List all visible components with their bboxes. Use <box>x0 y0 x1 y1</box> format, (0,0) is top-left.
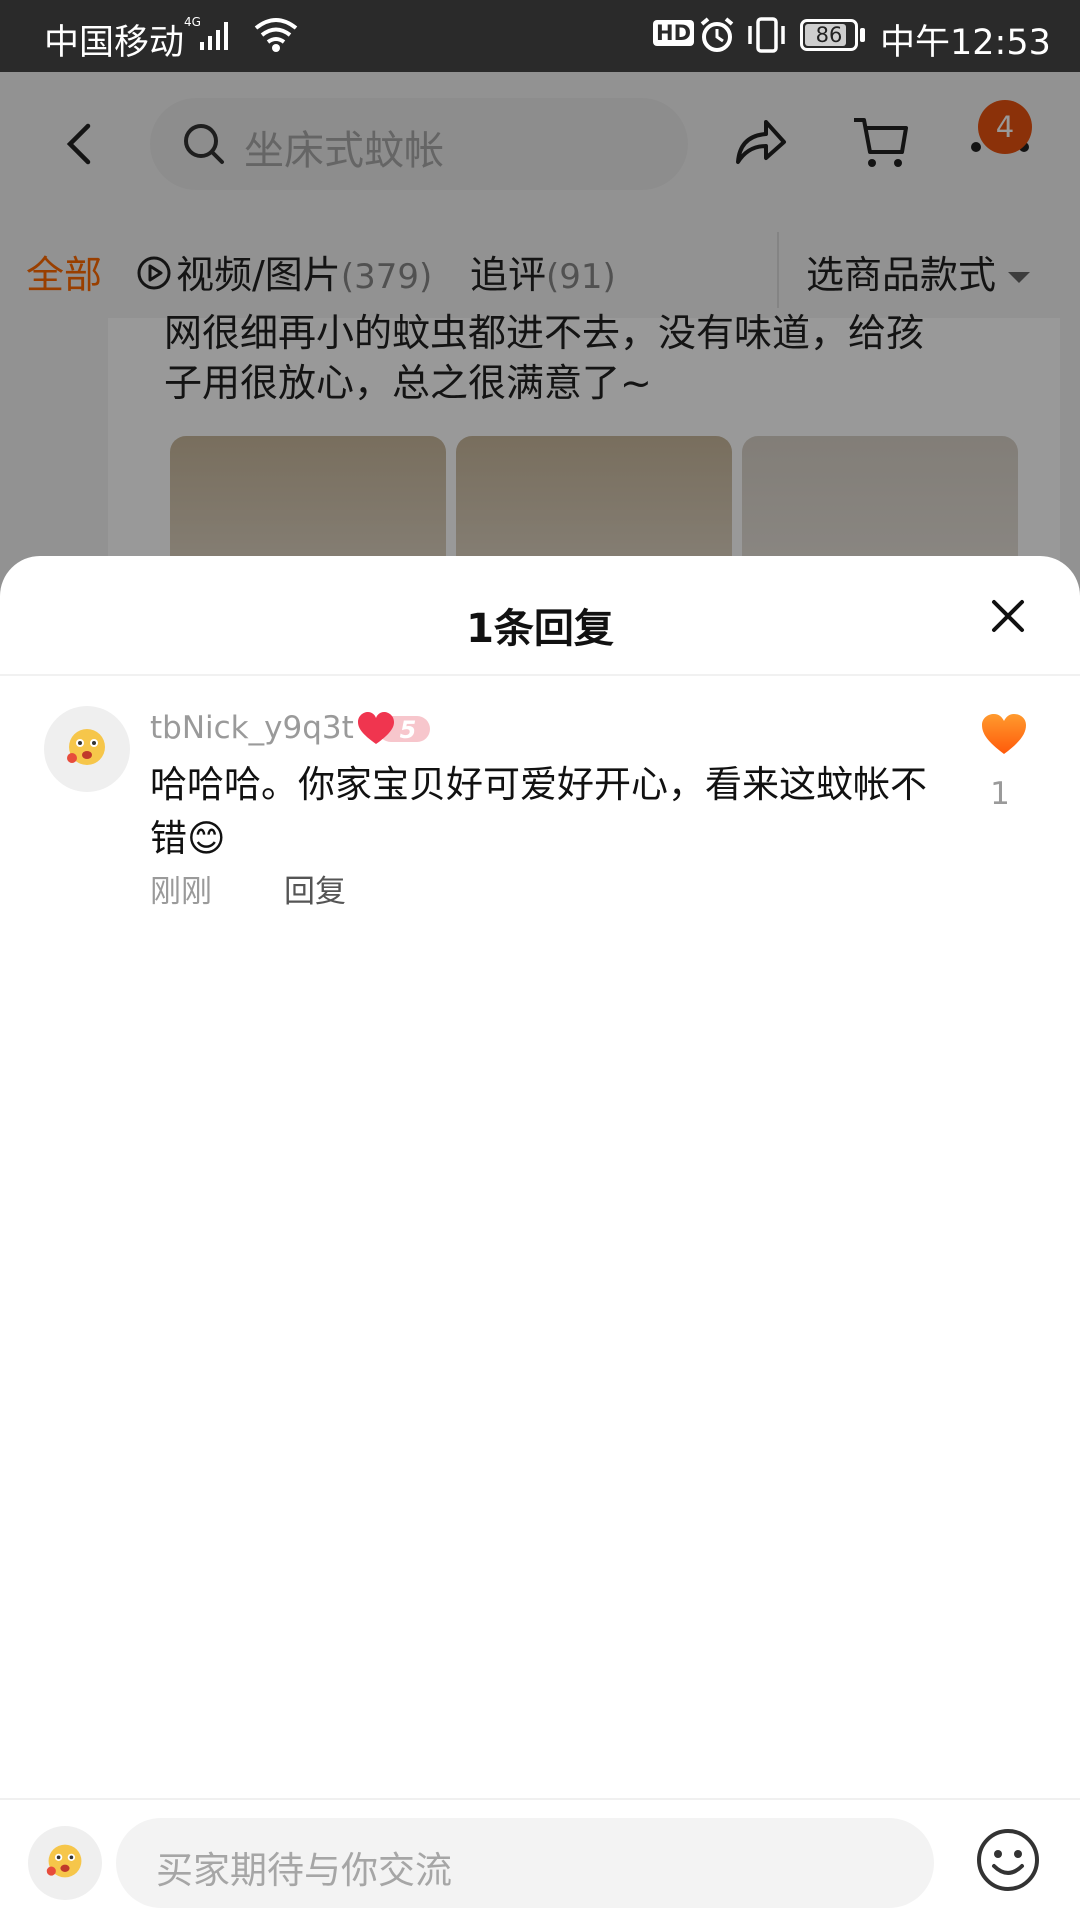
alarm-icon <box>698 16 736 58</box>
reply-button[interactable]: 回复 <box>284 866 346 911</box>
vibrate-icon <box>745 16 789 58</box>
sheet-title: 1条回复 <box>466 606 614 652</box>
carrier-label: 中国移动 <box>44 23 185 63</box>
emoji-icon[interactable] <box>974 1826 1042 1898</box>
close-icon[interactable] <box>990 598 1026 638</box>
like-count: 1 <box>990 776 1010 812</box>
hd-icon: HD <box>653 20 695 46</box>
signal-icon: 4G <box>184 14 244 58</box>
my-avatar <box>28 1826 102 1900</box>
comment-username[interactable]: tbNick_y9q3t <box>150 710 354 746</box>
comment-input[interactable]: 买家期待与你交流 <box>116 1818 934 1908</box>
level-number: 5 <box>400 716 417 744</box>
heart-icon[interactable] <box>980 712 1028 760</box>
input-divider <box>0 1798 1080 1800</box>
avatar[interactable] <box>44 706 130 792</box>
wifi-icon <box>254 16 298 58</box>
comment-time: 刚刚 <box>150 874 212 910</box>
status-bar: 中国移动 4G HD 86 中午12:53 <box>0 0 1080 72</box>
comment-text: 哈哈哈。你家宝贝好可爱好开心，看来这蚊帐不错😊 <box>150 763 927 860</box>
avatar-emoji-icon <box>44 1840 86 1886</box>
clock: 中午12:53 <box>880 23 1051 63</box>
network-type: 4G <box>184 15 201 29</box>
sheet-divider <box>0 674 1080 676</box>
battery-icon: 86 <box>800 19 858 51</box>
comment-input-placeholder: 买家期待与你交流 <box>156 1849 452 1892</box>
battery-level: 86 <box>815 23 843 47</box>
battery-cap <box>860 28 865 42</box>
level-badge: 5 <box>356 710 434 752</box>
avatar-emoji-icon <box>64 724 110 774</box>
